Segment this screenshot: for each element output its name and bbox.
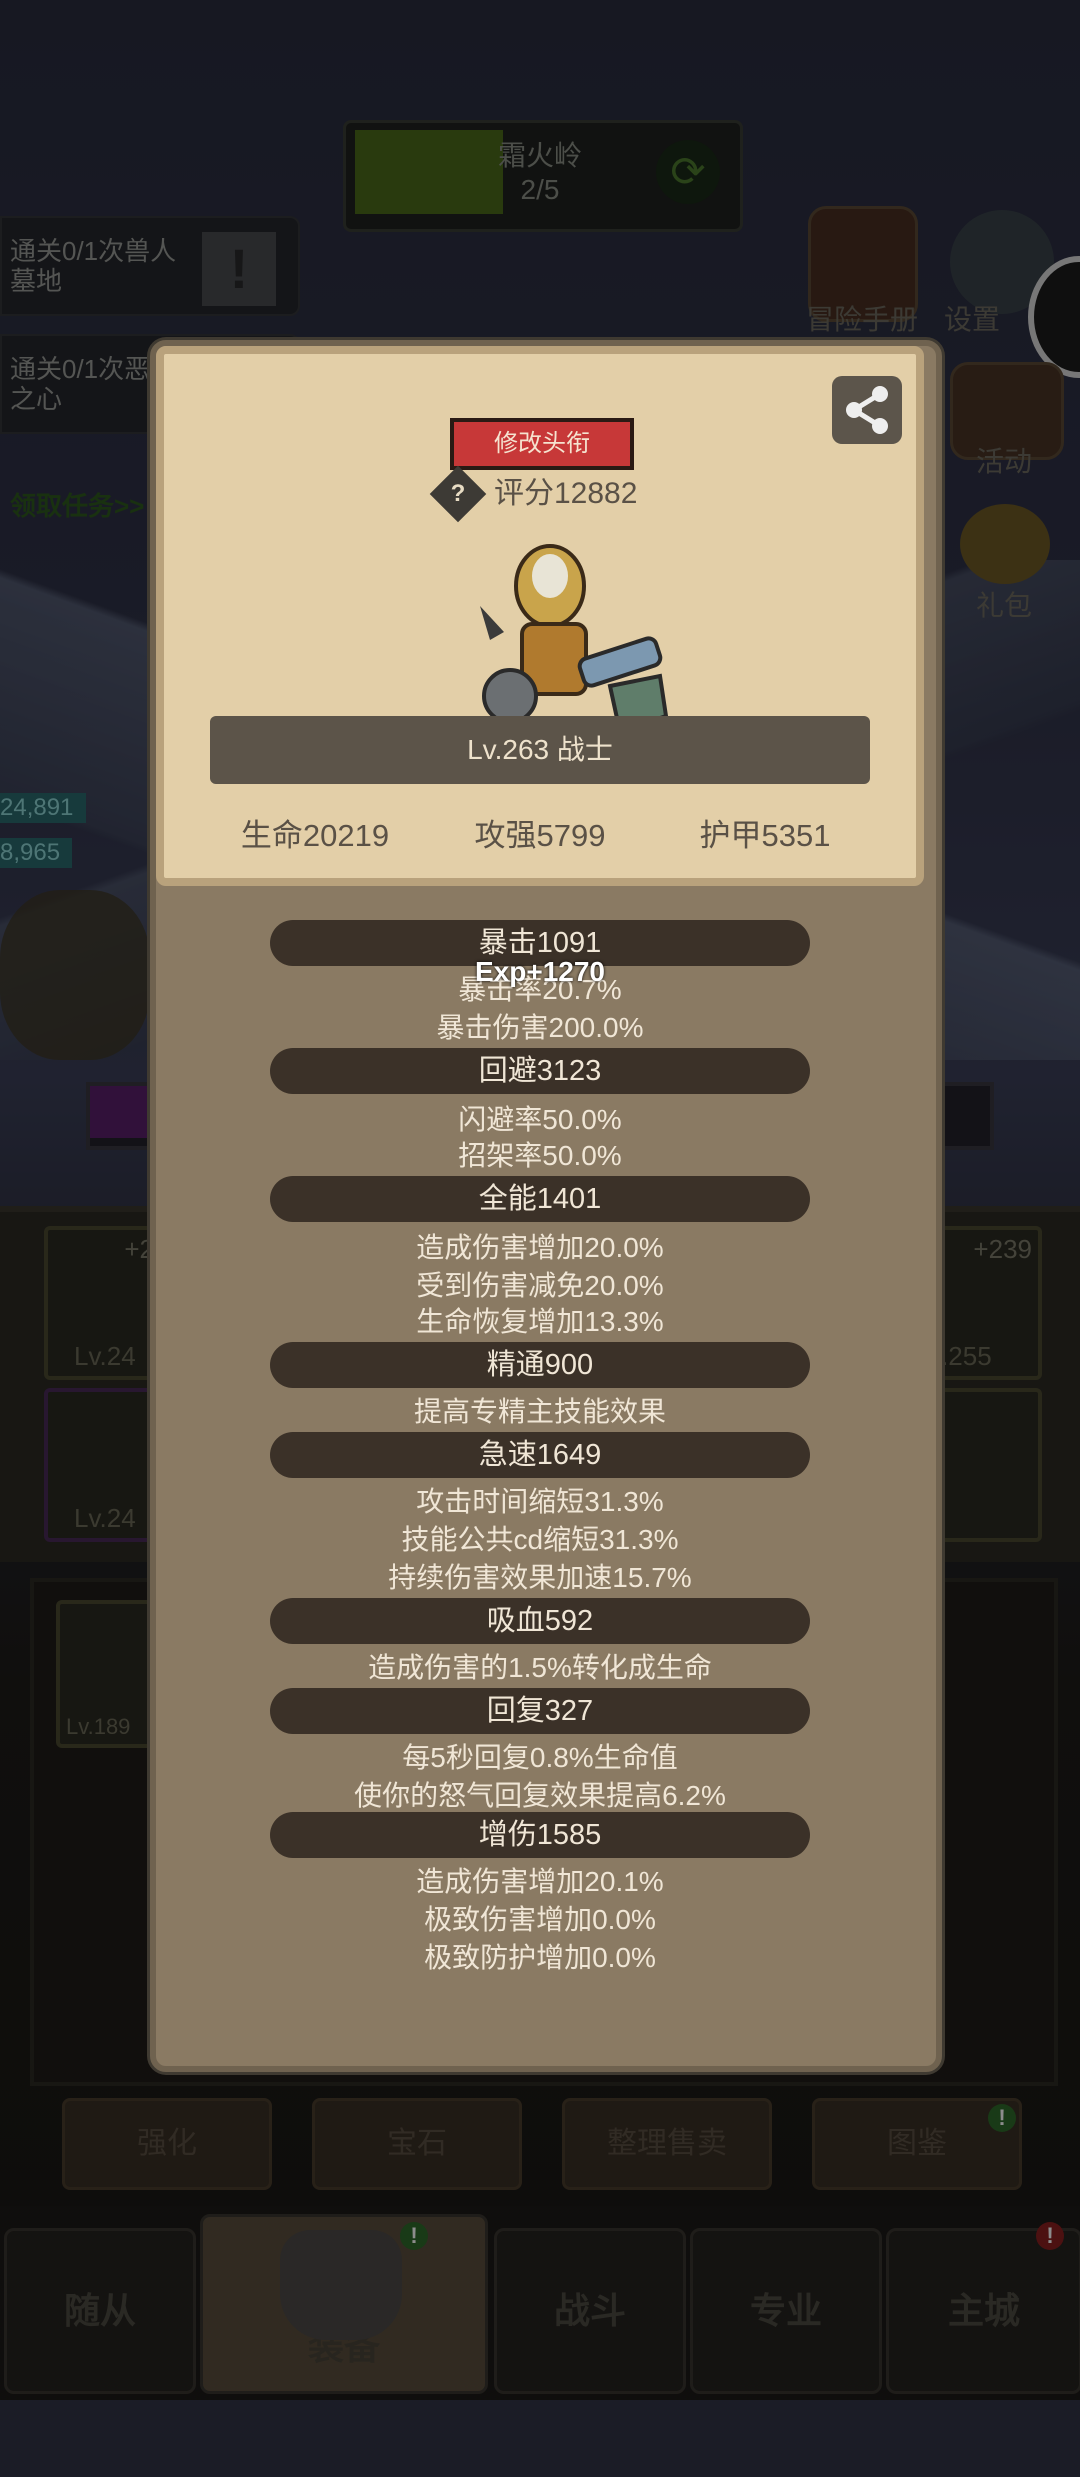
help-icon-glyph: ?: [450, 480, 466, 507]
stat-lifesteal-header: 吸血592: [270, 1598, 810, 1644]
edit-title-button[interactable]: 修改头衔: [450, 418, 634, 470]
stat-detail: 造成伤害增加20.1%: [416, 1866, 664, 1897]
stat-detail: 提高专精主技能效果: [413, 1396, 666, 1427]
stat-recovery-header: 回复327: [270, 1688, 810, 1734]
stat-detail: 造成伤害增加20.0%: [416, 1232, 664, 1263]
stat-detail: 攻击时间缩短31.3%: [416, 1486, 664, 1517]
share-button[interactable]: [832, 376, 902, 444]
stat-avoid-header: 回避3123: [270, 1048, 810, 1094]
stat-detail: 极致防护增加0.0%: [424, 1942, 656, 1973]
stat-damage-bonus-header: 增伤1585: [270, 1812, 810, 1858]
rating-score: 评分12882: [494, 477, 638, 510]
stat-detail: 生命恢复增加13.3%: [416, 1306, 664, 1337]
stat-armor: 护甲5351: [699, 818, 831, 853]
stat-attack: 攻强5799: [474, 818, 606, 853]
level-class-bar: Lv.263 战士: [210, 716, 870, 784]
stat-haste-header: 急速1649: [270, 1432, 810, 1478]
stat-detail: 极致伤害增加0.0%: [424, 1904, 656, 1935]
share-icon: [846, 386, 888, 434]
exp-gain-popup: Exp+1270: [475, 956, 605, 987]
stat-versatility-header: 全能1401: [270, 1176, 810, 1222]
stat-detail: 受到伤害减免20.0%: [416, 1270, 664, 1301]
stat-detail: 闪避率50.0%: [458, 1104, 622, 1135]
stat-detail: 造成伤害的1.5%转化成生命: [368, 1652, 712, 1683]
stat-detail: 每5秒回复0.8%生命值: [402, 1742, 678, 1773]
stat-detail: 招架率50.0%: [458, 1140, 622, 1171]
stat-detail: 暴击伤害200.0%: [436, 1012, 644, 1043]
warrior-character-sprite: [480, 544, 669, 735]
stat-hp: 生命20219: [240, 818, 390, 853]
stat-detail: 技能公共cd缩短31.3%: [401, 1524, 679, 1555]
stat-detail: 使你的怒气回复效果提高6.2%: [354, 1780, 726, 1811]
stat-mastery-header: 精通900: [270, 1342, 810, 1388]
stat-detail: 持续伤害效果加速15.7%: [388, 1562, 692, 1593]
